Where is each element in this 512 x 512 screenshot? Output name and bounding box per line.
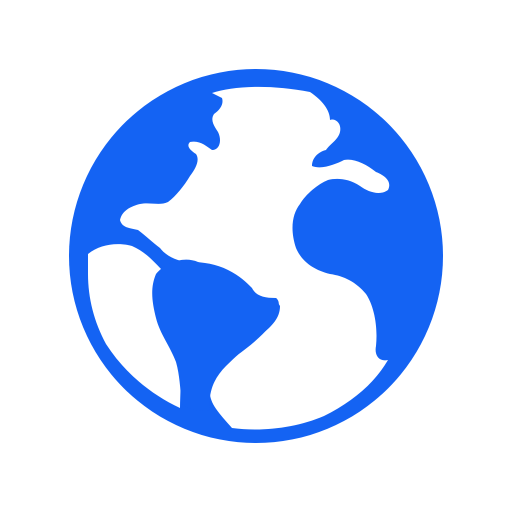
globe-icon (69, 69, 443, 443)
icon-canvas (0, 0, 512, 512)
